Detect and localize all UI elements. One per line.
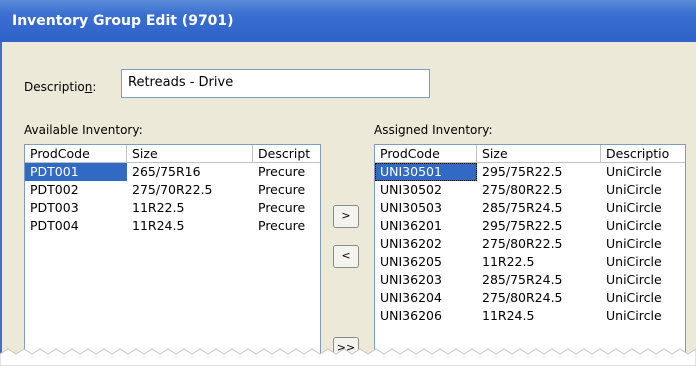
remove-button[interactable]: < xyxy=(333,245,359,268)
list-item[interactable]: UNI30502 275/80R22.5 UniCircle xyxy=(375,181,685,199)
list-cell: 295/75R22.5 xyxy=(482,218,563,233)
list-item[interactable]: PDT002 275/70R22.5 Precure xyxy=(25,181,320,199)
list-cell: Precure xyxy=(258,218,306,233)
list-item[interactable]: UNI36205 11R22.5 UniCircle xyxy=(375,253,685,271)
description-label: Description: xyxy=(24,80,97,94)
list-cell: UNI30503 xyxy=(380,200,442,215)
list-cell: PDT001 xyxy=(25,163,127,181)
list-cell: Precure xyxy=(258,164,306,179)
add-button[interactable]: > xyxy=(333,205,359,228)
list-item[interactable]: PDT003 11R22.5 Precure xyxy=(25,199,320,217)
list-item[interactable]: UNI30503 285/75R24.5 UniCircle xyxy=(375,199,685,217)
list-cell: PDT002 xyxy=(30,182,79,197)
list-cell: 265/75R16 xyxy=(132,164,201,179)
list-cell: 285/75R24.5 xyxy=(482,200,563,215)
list-cell: PDT003 xyxy=(30,200,79,215)
inventory-group-edit-window: Inventory Group Edit (9701) Description:… xyxy=(0,0,696,366)
list-item[interactable]: PDT001 265/75R16 Precure xyxy=(25,163,320,181)
list-item[interactable]: UNI36204 275/80R24.5 UniCircle xyxy=(375,289,685,307)
list-cell: 285/75R24.5 xyxy=(482,272,563,287)
list-cell: UniCircle xyxy=(606,254,662,269)
list-cell: UniCircle xyxy=(606,236,662,251)
list-cell: UNI36205 xyxy=(380,254,442,269)
torn-edge xyxy=(0,348,696,366)
list-cell: 11R22.5 xyxy=(132,200,185,215)
available-list-header: ProdCode Size Descript xyxy=(25,145,320,163)
list-cell: UniCircle xyxy=(606,218,662,233)
list-cell: UNI36201 xyxy=(380,218,442,233)
column-header[interactable]: ProdCode xyxy=(375,145,477,163)
column-header[interactable]: ProdCode xyxy=(25,145,127,163)
list-item[interactable]: UNI36202 275/80R22.5 UniCircle xyxy=(375,235,685,253)
list-cell: UniCircle xyxy=(606,200,662,215)
list-cell: 11R22.5 xyxy=(482,254,535,269)
list-cell: UniCircle xyxy=(606,164,662,179)
list-item[interactable]: UNI36206 11R24.5 UniCircle xyxy=(375,307,685,325)
list-cell: Precure xyxy=(258,182,306,197)
list-cell: UNI30502 xyxy=(380,182,442,197)
list-item[interactable]: UNI36203 285/75R24.5 UniCircle xyxy=(375,271,685,289)
column-header[interactable]: Descriptio xyxy=(601,145,685,163)
list-cell: UNI30501 xyxy=(375,163,477,181)
list-item[interactable]: PDT004 11R24.5 Precure xyxy=(25,217,320,235)
list-cell: 295/75R22.5 xyxy=(482,164,563,179)
list-cell: 275/80R24.5 xyxy=(482,290,563,305)
list-cell: UNI36202 xyxy=(380,236,442,251)
description-input[interactable]: Retreads - Drive xyxy=(121,69,430,98)
list-cell: UNI36203 xyxy=(380,272,442,287)
available-inventory-label: Available Inventory: xyxy=(24,123,143,137)
assigned-inventory-list[interactable]: ProdCode Size Descriptio UNI30501 295/75R22.… xyxy=(374,144,686,366)
list-cell: UniCircle xyxy=(606,272,662,287)
column-header[interactable]: Size xyxy=(477,145,601,163)
list-cell: UNI36204 xyxy=(380,290,442,305)
list-cell: UniCircle xyxy=(606,290,662,305)
list-cell: 275/80R22.5 xyxy=(482,182,563,197)
column-header[interactable]: Descript xyxy=(253,145,320,163)
list-item[interactable]: UNI30501 295/75R22.5 UniCircle xyxy=(375,163,685,181)
list-cell: PDT004 xyxy=(30,218,79,233)
list-cell: 11R24.5 xyxy=(132,218,185,233)
available-inventory-list[interactable]: ProdCode Size Descript PDT001 265/75R16 Precu… xyxy=(24,144,321,366)
assigned-inventory-label: Assigned Inventory: xyxy=(374,123,493,137)
list-cell: 275/80R22.5 xyxy=(482,236,563,251)
window-title: Inventory Group Edit (9701) xyxy=(12,13,234,29)
list-cell: Precure xyxy=(258,200,306,215)
list-cell: UniCircle xyxy=(606,182,662,197)
list-cell: 11R24.5 xyxy=(482,308,535,323)
list-cell: UNI36206 xyxy=(380,308,442,323)
title-bar[interactable]: Inventory Group Edit (9701) xyxy=(0,0,696,42)
list-item[interactable]: UNI36201 295/75R22.5 UniCircle xyxy=(375,217,685,235)
list-cell: UniCircle xyxy=(606,308,662,323)
assigned-list-header: ProdCode Size Descriptio xyxy=(375,145,685,163)
list-cell: 275/70R22.5 xyxy=(132,182,213,197)
column-header[interactable]: Size xyxy=(127,145,253,163)
